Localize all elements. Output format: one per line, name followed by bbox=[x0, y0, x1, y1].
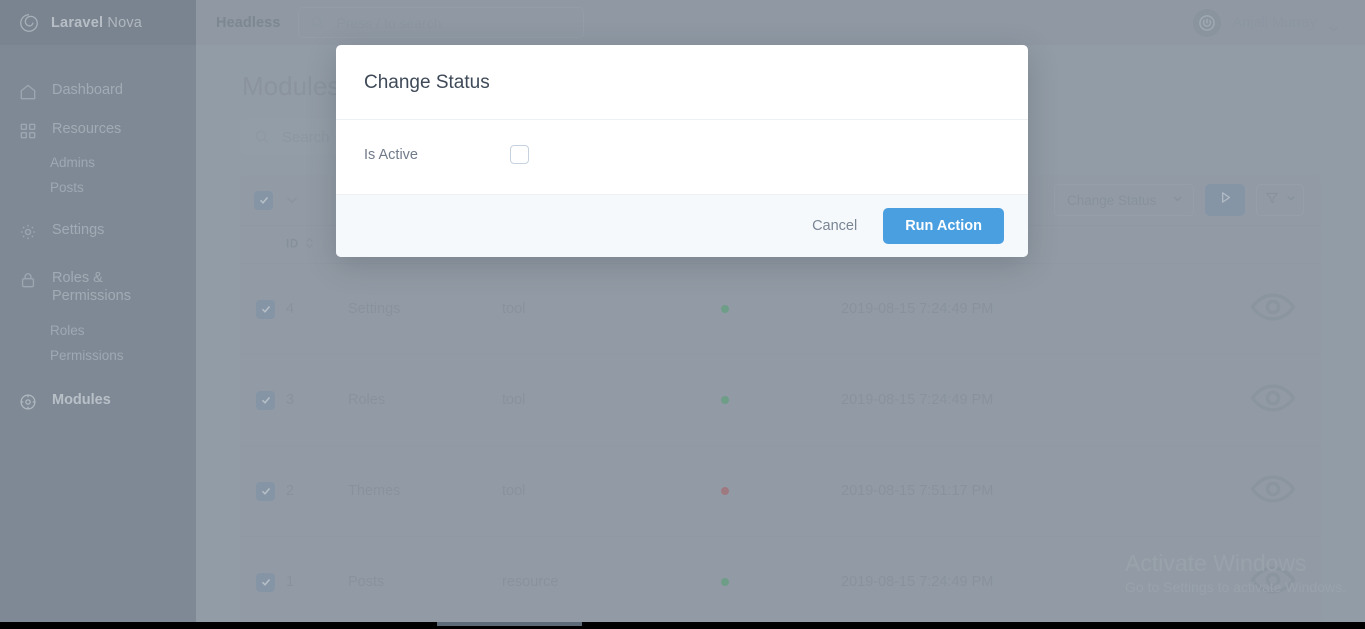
bottom-strip bbox=[0, 622, 1365, 629]
change-status-modal: Change Status Is Active Cancel Run Actio… bbox=[336, 45, 1028, 257]
modal-title: Change Status bbox=[364, 72, 490, 93]
modal-body: Is Active bbox=[336, 120, 1028, 194]
is-active-label: Is Active bbox=[364, 146, 418, 163]
bottom-strip-marker bbox=[437, 622, 582, 626]
modal-header: Change Status bbox=[336, 45, 1028, 120]
run-action-button[interactable]: Run Action bbox=[883, 208, 1004, 244]
is-active-checkbox[interactable] bbox=[510, 145, 529, 164]
cancel-button[interactable]: Cancel bbox=[808, 212, 861, 240]
is-active-field-row: Is Active bbox=[364, 145, 1000, 164]
modal-footer: Cancel Run Action bbox=[336, 194, 1028, 257]
app-window: Laravel Nova Dashboard Resources Admins … bbox=[0, 0, 1365, 629]
